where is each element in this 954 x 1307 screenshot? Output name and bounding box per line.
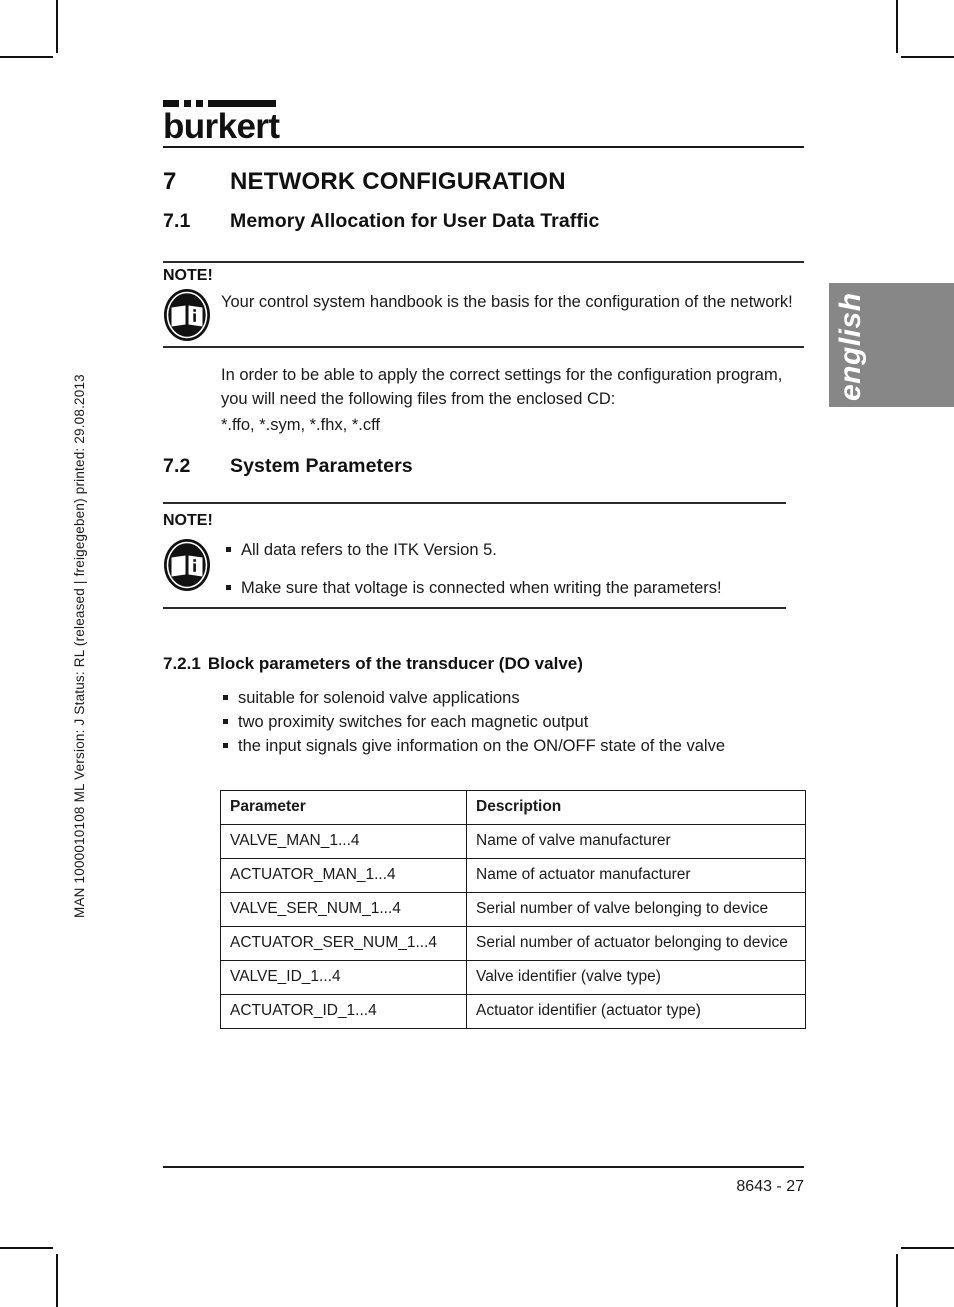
cell-description: Serial number of valve belonging to devi…: [466, 892, 806, 927]
language-tab-english: english: [829, 283, 954, 407]
cell-parameter: VALVE_ID_1...4: [220, 960, 467, 995]
crop-mark-top-left-vertical: [56, 0, 58, 53]
note1-top-rule: [163, 261, 804, 263]
table-header-row: Parameter Description: [220, 790, 806, 825]
section-title-7-2: System Parameters: [230, 455, 413, 477]
language-tab-label: english: [834, 292, 867, 401]
section-heading-7-1: 7.1 Memory Allocation for User Data Traff…: [163, 210, 599, 233]
cell-description: Valve identifier (valve type): [466, 960, 806, 995]
note2-bottom-rule: [163, 607, 786, 609]
cell-parameter: ACTUATOR_ID_1...4: [220, 994, 467, 1029]
table-row: VALVE_SER_NUM_1...4 Serial number of val…: [220, 892, 806, 927]
logo-wordmark: burkert: [163, 107, 280, 146]
table-row: ACTUATOR_MAN_1...4 Name of actuator manu…: [220, 858, 806, 893]
document-page: MAN 1000010108 ML Version: J Status: RL …: [0, 0, 954, 1307]
list-item: suitable for solenoid valve applications: [221, 686, 801, 710]
section-heading-7-2-1: 7.2.1 Block parameters of the transducer …: [163, 654, 583, 674]
column-header-parameter: Parameter: [220, 790, 467, 825]
chapter-number: 7: [163, 168, 177, 195]
table-row: VALVE_MAN_1...4 Name of valve manufactur…: [220, 824, 806, 859]
section-number-7-2: 7.2: [163, 455, 191, 477]
cell-description: Serial number of actuator belonging to d…: [466, 926, 806, 961]
section-number-7-2-1: 7.2.1: [163, 654, 201, 673]
section-heading-7-2: 7.2 System Parameters: [163, 455, 413, 478]
crop-mark-top-right-horizontal: [901, 56, 954, 58]
crop-mark-top-right-vertical: [896, 0, 898, 53]
cell-parameter: VALVE_SER_NUM_1...4: [220, 892, 467, 927]
note1-text: Your control system handbook is the basi…: [221, 293, 793, 311]
logo-umlaut-bar: [163, 100, 283, 107]
note1-label: NOTE!: [163, 267, 213, 284]
burkert-logo: burkert: [163, 100, 283, 145]
cell-parameter: VALVE_MAN_1...4: [220, 824, 467, 859]
note-book-info-icon: [163, 288, 211, 342]
header-rule: [163, 146, 804, 148]
crop-mark-bottom-right-horizontal: [901, 1247, 954, 1249]
footer-rule: [163, 1166, 804, 1168]
table-row: ACTUATOR_ID_1...4 Actuator identifier (a…: [220, 994, 806, 1029]
parameter-table: Parameter Description VALVE_MAN_1...4 Na…: [220, 790, 806, 1029]
crop-mark-bottom-right-vertical: [896, 1254, 898, 1307]
footer-page-reference: 8643 - 27: [736, 1178, 804, 1195]
cell-parameter: ACTUATOR_SER_NUM_1...4: [220, 926, 467, 961]
note2-bullet-list: All data refers to the ITK Version 5. Ma…: [224, 538, 804, 600]
cell-description: Actuator identifier (actuator type): [466, 994, 806, 1029]
page-title: 7 NETWORK CONFIGURATION: [163, 168, 566, 196]
cell-description: Name of actuator manufacturer: [466, 858, 806, 893]
list-item: Make sure that voltage is connected when…: [224, 576, 804, 600]
note1-bottom-rule: [163, 346, 804, 348]
table-row: ACTUATOR_SER_NUM_1...4 Serial number of …: [220, 926, 806, 961]
section-title-7-1: Memory Allocation for User Data Traffic: [230, 210, 600, 232]
note2-label: NOTE!: [163, 512, 213, 529]
crop-mark-bottom-left-vertical: [56, 1254, 58, 1307]
list-item: All data refers to the ITK Version 5.: [224, 538, 804, 562]
file-types-text: *.ffo, *.sym, *.fhx, *.cff: [221, 416, 380, 434]
crop-mark-bottom-left-horizontal: [0, 1247, 53, 1249]
note2-top-rule: [163, 502, 786, 504]
section-title-7-2-1: Block parameters of the transducer (DO v…: [207, 654, 583, 673]
crop-mark-top-left-horizontal: [0, 56, 53, 58]
list-item: two proximity switches for each magnetic…: [221, 710, 801, 734]
column-header-description: Description: [466, 790, 806, 825]
chapter-title: NETWORK CONFIGURATION: [230, 168, 566, 195]
cell-description: Name of valve manufacturer: [466, 824, 806, 859]
margin-document-metadata: MAN 1000010108 ML Version: J Status: RL …: [72, 374, 87, 918]
list-item: the input signals give information on th…: [221, 734, 801, 758]
note-book-info-icon: [163, 538, 211, 592]
section-number-7-1: 7.1: [163, 210, 191, 232]
table-row: VALVE_ID_1...4 Valve identifier (valve t…: [220, 960, 806, 995]
feature-bullet-list: suitable for solenoid valve applications…: [221, 686, 801, 758]
cell-parameter: ACTUATOR_MAN_1...4: [220, 858, 467, 893]
intro-paragraph: In order to be able to apply the correct…: [221, 366, 783, 408]
